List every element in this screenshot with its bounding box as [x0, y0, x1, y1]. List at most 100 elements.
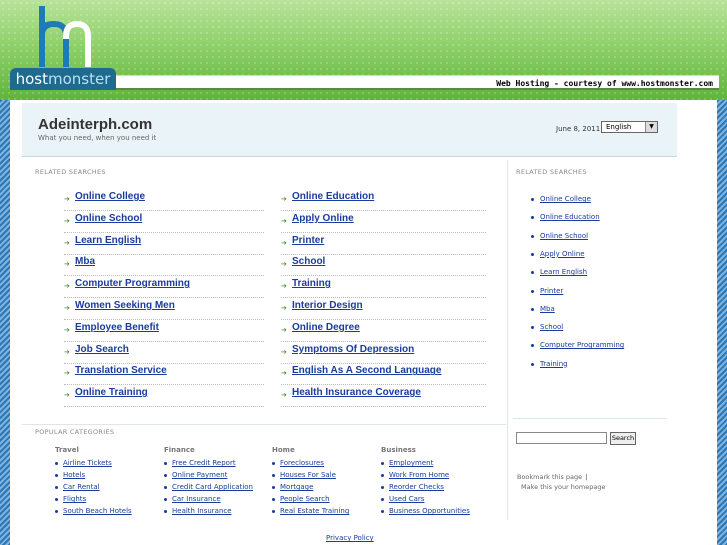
category-link[interactable]: Hotels	[63, 471, 85, 479]
result-row: ➔ Apply Online	[281, 212, 486, 233]
language-select[interactable]: English ▼	[601, 121, 658, 133]
result-link[interactable]: Training	[292, 278, 331, 289]
result-link[interactable]: Online School	[75, 213, 142, 224]
result-link[interactable]: Employee Benefit	[75, 322, 159, 333]
bullet-icon	[531, 252, 534, 256]
result-link[interactable]: School	[292, 256, 325, 267]
category-link[interactable]: South Beach Hotels	[63, 507, 132, 515]
privacy-policy-link[interactable]: Privacy Policy	[326, 534, 374, 542]
result-link[interactable]: Women Seeking Men	[75, 300, 175, 311]
category-link[interactable]: Airline Tickets	[63, 459, 112, 467]
section-divider	[22, 424, 506, 425]
search-input[interactable]	[516, 432, 607, 444]
arrow-right-icon: ➔	[64, 347, 70, 356]
hosting-courtesy-bar: Web Hosting - courtesy of www.hostmonste…	[116, 75, 719, 90]
brand-monster-text: monster	[48, 70, 111, 88]
arrow-right-icon: ➔	[281, 369, 287, 378]
sidebar-divider	[513, 418, 667, 419]
category-link[interactable]: Real Estate Training	[280, 507, 349, 515]
result-row: ➔ Training	[281, 277, 486, 299]
category-link[interactable]: Reorder Checks	[389, 483, 444, 491]
arrow-right-icon: ➔	[281, 216, 287, 225]
arrow-right-icon: ➔	[64, 304, 70, 312]
result-link[interactable]: Printer	[292, 235, 324, 246]
result-link[interactable]: Health Insurance Coverage	[292, 387, 421, 398]
popular-categories-label: POPULAR CATEGORIES	[35, 428, 115, 436]
result-link[interactable]: Online Degree	[292, 322, 360, 333]
category-heading: Home	[272, 446, 295, 454]
sidebar-link[interactable]: Online Education	[540, 213, 600, 221]
category-link[interactable]: Business Opportunities	[389, 507, 470, 515]
result-row: ➔ Online Degree	[281, 321, 486, 342]
category-link[interactable]: Credit Card Application	[172, 483, 253, 491]
category-link[interactable]: Employment	[389, 459, 433, 467]
result-link[interactable]: Mba	[75, 256, 95, 267]
bullet-icon	[531, 234, 534, 238]
arrow-right-icon: ➔	[281, 391, 287, 400]
sidebar-link[interactable]: Training	[540, 360, 568, 368]
category-link[interactable]: Online Payment	[172, 471, 227, 479]
result-row: ➔ English As A Second Language	[281, 364, 486, 386]
separator: |	[585, 473, 588, 481]
arrow-right-icon: ➔	[281, 195, 287, 203]
sidebar-link[interactable]: Mba	[540, 305, 555, 313]
result-row: ➔ Interior Design	[281, 299, 486, 320]
bullet-icon	[531, 198, 534, 201]
chevron-down-icon[interactable]: ▼	[645, 122, 657, 132]
bullet-icon	[272, 462, 275, 465]
date-label: June 8, 2011	[556, 125, 601, 133]
category-link[interactable]: Houses For Sale	[280, 471, 336, 479]
sidebar-link[interactable]: Apply Online	[540, 250, 585, 258]
result-link[interactable]: Online Education	[292, 191, 374, 202]
result-link[interactable]: Symptoms Of Depression	[292, 344, 414, 355]
left-border-stripe	[0, 100, 10, 545]
result-link[interactable]: Online College	[75, 191, 145, 202]
category-link[interactable]: Flights	[63, 495, 86, 503]
category-link[interactable]: Car Insurance	[172, 495, 221, 503]
arrow-right-icon: ➔	[64, 369, 70, 378]
arrow-right-icon: ➔	[281, 260, 287, 269]
search-button[interactable]: Search	[610, 432, 636, 445]
sidebar-link[interactable]: School	[540, 323, 563, 331]
result-link[interactable]: Computer Programming	[75, 278, 190, 289]
bullet-icon	[531, 362, 534, 366]
category-link[interactable]: Work From Home	[389, 471, 449, 479]
sidebar-link[interactable]: Online College	[540, 195, 591, 203]
result-link[interactable]: Apply Online	[292, 213, 354, 224]
result-link[interactable]: English As A Second Language	[292, 365, 441, 376]
result-link[interactable]: Translation Service	[75, 365, 167, 376]
arrow-right-icon: ➔	[64, 282, 70, 291]
sidebar-link[interactable]: Online School	[540, 232, 588, 240]
result-link[interactable]: Online Training	[75, 387, 148, 398]
category-link[interactable]: Car Rental	[63, 483, 100, 491]
column-divider	[507, 160, 508, 520]
category-heading: Travel	[55, 446, 79, 454]
result-link[interactable]: Learn English	[75, 235, 141, 246]
brand-host-text: host	[15, 70, 48, 88]
category-link[interactable]: Mortgage	[280, 483, 313, 491]
bookmark-link[interactable]: Bookmark this page |	[517, 473, 587, 481]
result-link[interactable]: Interior Design	[292, 300, 363, 311]
arrow-right-icon: ➔	[281, 238, 287, 247]
hostmonster-brand[interactable]: hostmonster	[10, 68, 116, 90]
bookmark-text[interactable]: Bookmark this page	[517, 473, 582, 481]
arrow-right-icon: ➔	[64, 325, 70, 334]
sidebar-link[interactable]: Learn English	[540, 268, 587, 276]
result-row: ➔ Women Seeking Men	[64, 299, 264, 320]
homepage-link[interactable]: Make this your homepage	[521, 483, 605, 491]
result-row: ➔ Online School	[64, 212, 264, 233]
category-link[interactable]: Health Insurance	[172, 507, 232, 515]
arrow-right-icon: ➔	[64, 260, 70, 269]
category-heading: Business	[381, 446, 416, 454]
hostmonster-logo-icon[interactable]	[30, 5, 100, 68]
category-link[interactable]: Used Cars	[389, 495, 424, 503]
result-row: ➔ School	[281, 255, 486, 277]
result-link[interactable]: Job Search	[75, 344, 129, 355]
sidebar-link[interactable]: Computer Programming	[540, 341, 624, 349]
category-link[interactable]: People Search	[280, 495, 330, 503]
category-link[interactable]: Foreclosures	[280, 459, 324, 467]
sidebar-link[interactable]: Printer	[540, 287, 563, 295]
category-link[interactable]: Free Credit Report	[172, 459, 236, 467]
site-title[interactable]: Adeinterph.com	[38, 116, 152, 133]
result-row: ➔ Symptoms Of Depression	[281, 343, 486, 364]
